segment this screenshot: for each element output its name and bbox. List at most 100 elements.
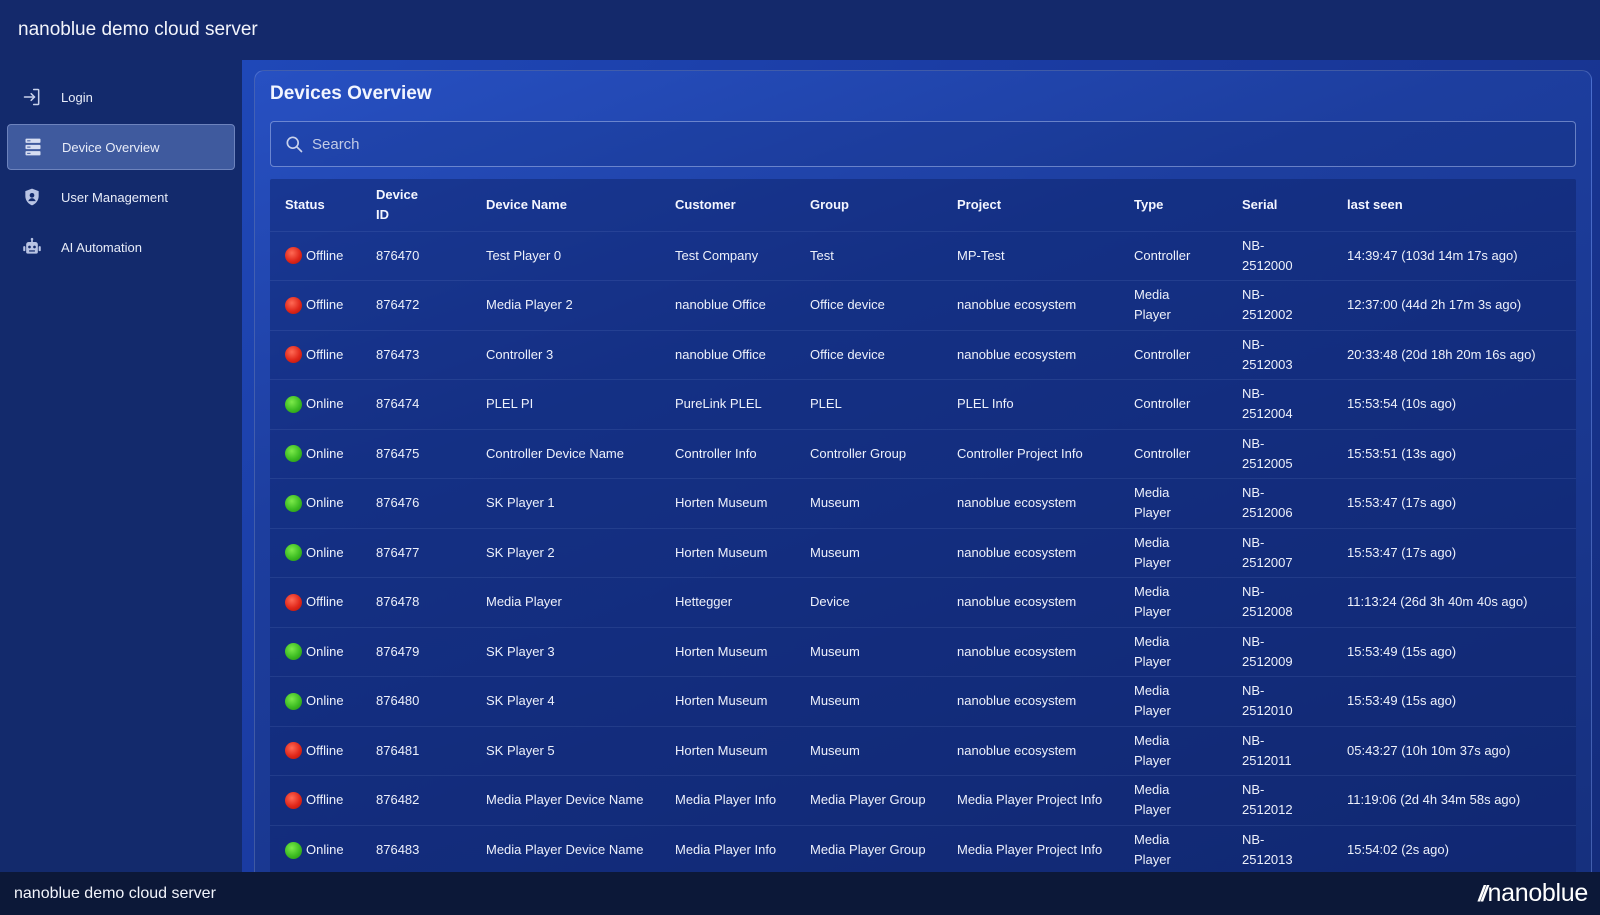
group-cell: Museum: [795, 725, 942, 776]
serial-cell: NB-2512012: [1227, 775, 1332, 825]
project-cell-text: Media Player Project Info: [957, 792, 1103, 808]
type-cell: Media Player: [1119, 577, 1227, 627]
table-row[interactable]: Online 876476 SK Player 1 Horten Museum Muse…: [270, 478, 1576, 528]
last-seen-cell-text: 14:39:47 (103d 14m 17s ago): [1347, 247, 1518, 263]
project-cell: nanoblue ecosystem: [942, 626, 1119, 677]
column-header-type[interactable]: Type: [1119, 179, 1227, 231]
status-indicator: Offline: [285, 345, 355, 365]
device-id-cell-text: 876477: [376, 544, 420, 560]
device-id-cell: 876475: [361, 428, 471, 479]
status-cell: Offline: [270, 577, 361, 627]
group-cell-text: Museum: [810, 643, 860, 659]
device-name-cell: Media Player 2: [471, 280, 660, 330]
sidebar-item-ai-automation[interactable]: AI Automation: [7, 224, 235, 270]
column-header-customer[interactable]: Customer: [660, 179, 795, 231]
status-label: Online: [306, 842, 344, 857]
last-seen-cell: 15:53:47 (17s ago): [1332, 478, 1576, 528]
last-seen-cell-text: 15:53:47 (17s ago): [1347, 495, 1457, 511]
column-header-device-id[interactable]: Device ID: [361, 179, 471, 231]
device-name-cell-text: Media Player Device Name: [486, 792, 644, 808]
robot-icon: [21, 236, 43, 258]
status-cell: Online: [270, 527, 361, 578]
table-row[interactable]: Online 876474 PLEL PI PureLink PLEL PLEL PLEL…: [270, 379, 1576, 429]
server-icon: [22, 136, 44, 158]
last-seen-cell-text: 15:53:49 (15s ago): [1347, 693, 1457, 709]
table-row[interactable]: Online 876475 Controller Device Name Contro…: [270, 428, 1576, 479]
status-label: Online: [306, 643, 344, 659]
device-name-cell: PLEL PI: [471, 379, 660, 429]
status-cell: Online: [270, 824, 361, 872]
customer-cell-text: nanoblue Office: [675, 346, 766, 362]
customer-cell-text: Horten Museum: [675, 495, 768, 511]
column-header-group[interactable]: Group: [795, 179, 942, 231]
group-cell: Media Player Group: [795, 824, 942, 872]
table-row[interactable]: Online 876483 Media Player Device Name Medi…: [270, 824, 1576, 872]
status-cell: Offline: [270, 230, 361, 281]
last-seen-cell: 14:39:47 (103d 14m 17s ago): [1332, 230, 1576, 281]
serial-cell-text: NB-2512000: [1242, 237, 1293, 273]
table-row[interactable]: Online 876477 SK Player 2 Horten Museum Muse…: [270, 527, 1576, 578]
serial-cell-text: NB-2512005: [1242, 435, 1293, 471]
last-seen-cell-text: 15:53:47 (17s ago): [1347, 544, 1457, 560]
last-seen-cell-text: 15:53:51 (13s ago): [1347, 445, 1457, 461]
last-seen-cell: 15:54:02 (2s ago): [1332, 824, 1576, 872]
status-cell: Online: [270, 478, 361, 528]
group-cell: Device: [795, 577, 942, 627]
table-row[interactable]: Offline 876472 Media Player 2 nanoblue Offi…: [270, 280, 1576, 330]
type-cell-text: Media Player: [1134, 832, 1171, 867]
table-row[interactable]: Offline 876478 Media Player Hettegger Device…: [270, 577, 1576, 627]
status-cell: Offline: [270, 725, 361, 776]
device-name-cell: SK Player 2: [471, 527, 660, 578]
last-seen-cell: 15:53:47 (17s ago): [1332, 527, 1576, 578]
table-row[interactable]: Offline 876473 Controller 3 nanoblue Office…: [270, 329, 1576, 380]
type-cell: Media Player: [1119, 478, 1227, 528]
device-id-cell: 876472: [361, 280, 471, 330]
device-name-cell-text: SK Player 4: [486, 693, 555, 709]
group-cell: Office device: [795, 329, 942, 380]
table-row[interactable]: Offline 876482 Media Player Device Name Med…: [270, 775, 1576, 825]
type-cell-text: Media Player: [1134, 287, 1171, 323]
table-row[interactable]: Offline 876481 SK Player 5 Horten Museum Mus…: [270, 725, 1576, 776]
column-header-last-seen[interactable]: last seen: [1332, 179, 1576, 231]
device-id-cell: 876479: [361, 626, 471, 677]
device-id-cell: 876477: [361, 527, 471, 578]
type-cell-text: Media Player: [1134, 782, 1171, 818]
sidebar-item-user-management[interactable]: User Management: [7, 174, 235, 220]
search-input[interactable]: [312, 135, 1512, 153]
customer-cell-text: Test Company: [675, 247, 759, 263]
serial-cell-text: NB-2512013: [1242, 832, 1293, 867]
type-cell-text: Media Player: [1134, 732, 1171, 768]
search-box[interactable]: [270, 121, 1576, 167]
sidebar-item-device-overview[interactable]: Device Overview: [7, 124, 235, 170]
customer-cell: nanoblue Office: [660, 329, 795, 380]
sidebar-item-login[interactable]: Login: [7, 74, 235, 120]
customer-cell: nanoblue Office: [660, 280, 795, 330]
group-cell-text: Museum: [810, 693, 860, 709]
device-name-cell-text: SK Player 3: [486, 643, 555, 659]
customer-cell-text: Horten Museum: [675, 742, 768, 758]
serial-cell: NB-2512009: [1227, 626, 1332, 677]
last-seen-cell: 05:43:27 (10h 10m 37s ago): [1332, 725, 1576, 776]
customer-cell-text: Horten Museum: [675, 643, 768, 659]
status-indicator: Online: [285, 691, 355, 711]
table-row[interactable]: Offline 876470 Test Player 0 Test Company Te…: [270, 230, 1576, 281]
type-cell-text: Media Player: [1134, 584, 1171, 620]
device-id-cell: 876480: [361, 676, 471, 726]
brand-name: nanoblue: [1487, 879, 1589, 907]
table-row[interactable]: Online 876480 SK Player 4 Horten Museum Muse…: [270, 676, 1576, 726]
customer-cell-text: Media Player Info: [675, 792, 777, 808]
table-row[interactable]: Online 876479 SK Player 3 Horten Museum Muse…: [270, 626, 1576, 677]
column-header-project[interactable]: Project: [942, 179, 1119, 231]
column-header-status[interactable]: Status: [270, 179, 361, 231]
column-header-serial[interactable]: Serial: [1227, 179, 1332, 231]
group-cell: Museum: [795, 478, 942, 528]
device-id-cell: 876474: [361, 379, 471, 429]
project-cell: nanoblue ecosystem: [942, 676, 1119, 726]
column-header-device-name[interactable]: Device Name: [471, 179, 660, 231]
device-id-cell: 876482: [361, 775, 471, 825]
serial-cell-text: NB-2512002: [1242, 287, 1293, 323]
status-offline-dot-icon: [285, 296, 302, 314]
status-offline-dot-icon: [285, 791, 302, 809]
status-online-dot-icon: [285, 841, 302, 859]
last-seen-cell-text: 20:33:48 (20d 18h 20m 16s ago): [1347, 346, 1536, 362]
